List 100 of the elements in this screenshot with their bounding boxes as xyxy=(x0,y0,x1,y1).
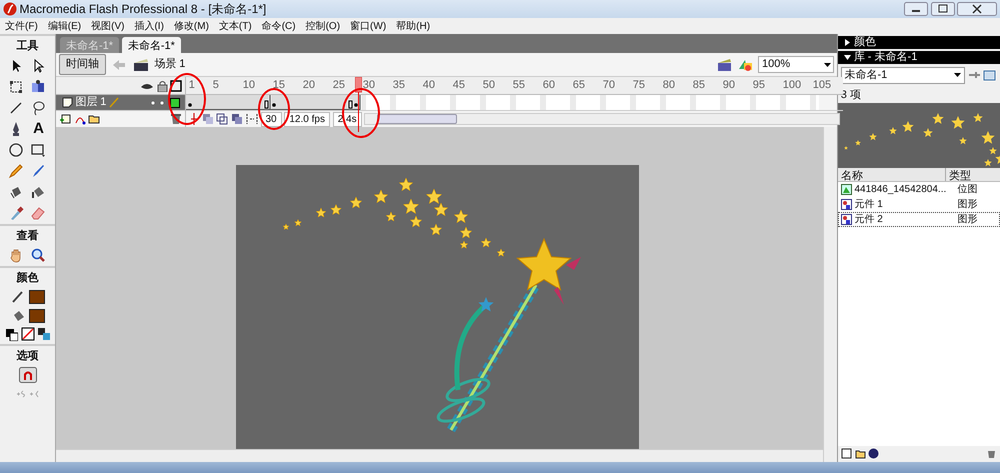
caret-icon xyxy=(824,62,830,66)
library-item[interactable]: 441846_14542804... 位图 xyxy=(838,182,1000,197)
menu-item[interactable]: 修改(M) xyxy=(168,18,214,34)
timeline-button[interactable]: 时间轴 xyxy=(58,54,106,75)
panel-header[interactable]: 库 - 未命名-1 xyxy=(838,51,1000,64)
scene-label: 场景 1 xyxy=(154,57,186,72)
visible-dot-icon[interactable] xyxy=(150,100,154,104)
layer-frames[interactable] xyxy=(186,95,819,110)
stage-horizontal-scrollbar[interactable] xyxy=(56,449,823,462)
frame-number: 65 xyxy=(572,78,586,94)
oval-icon[interactable] xyxy=(8,142,24,158)
frame-number: 85 xyxy=(692,78,706,94)
transform-icon[interactable] xyxy=(8,78,24,94)
library-item-type: 图形 xyxy=(957,213,978,227)
frame-number: 5 xyxy=(212,78,220,94)
expand-triangle-icon xyxy=(844,39,851,46)
document-tab[interactable]: 未命名-1* xyxy=(122,37,181,53)
library-item[interactable]: 元件 2 图形 xyxy=(838,212,1000,227)
library-item-type: 图形 xyxy=(957,198,978,212)
new-symbol-icon[interactable] xyxy=(840,448,852,460)
frame-number: 45 xyxy=(452,78,466,94)
menu-item[interactable]: 文件(F) xyxy=(0,18,43,34)
panel-header[interactable]: 颜色 xyxy=(838,36,1000,49)
stage-vertical-scrollbar[interactable] xyxy=(823,127,837,462)
zoom-dropdown[interactable]: 100% xyxy=(758,56,834,73)
library-item-name: 441846_14542804... xyxy=(854,183,948,197)
timeline-scrollbar[interactable] xyxy=(364,113,840,125)
column-header[interactable]: 类型 xyxy=(946,168,986,181)
eraser-icon[interactable] xyxy=(30,204,46,220)
stroke-color-swatch[interactable] xyxy=(28,290,45,304)
frame-number: 95 xyxy=(752,78,766,94)
scrollbar-thumb[interactable] xyxy=(377,114,458,124)
annotation-circle xyxy=(168,73,206,125)
add-folder-icon[interactable] xyxy=(88,113,100,125)
frame-number: 100 xyxy=(782,78,802,94)
gradient-transform-icon[interactable] xyxy=(30,78,46,94)
frame-number: 50 xyxy=(482,78,496,94)
menu-item[interactable]: 文本(T) xyxy=(214,18,257,34)
magnet-icon[interactable] xyxy=(18,366,36,383)
pin-icon[interactable] xyxy=(968,70,980,80)
rectangle-icon[interactable] xyxy=(30,142,46,158)
menu-item[interactable]: 控制(O) xyxy=(300,18,346,34)
new-folder-icon[interactable] xyxy=(854,448,866,460)
frame-number: 25 xyxy=(332,78,346,94)
graphic-symbol-icon xyxy=(840,199,852,210)
lock-icon[interactable] xyxy=(156,80,168,92)
caret-icon xyxy=(954,73,961,78)
library-item-name: 元件 2 xyxy=(854,213,884,227)
default-colors-icon[interactable] xyxy=(4,326,18,341)
layer-row[interactable]: 图层 1 xyxy=(56,95,185,110)
zoom-icon[interactable] xyxy=(30,247,46,263)
scene-clapper-icon[interactable] xyxy=(132,56,149,72)
new-library-icon[interactable] xyxy=(983,70,996,81)
collapse-triangle-icon xyxy=(844,54,851,61)
panel-title: 颜色 xyxy=(854,34,876,50)
close-icon[interactable] xyxy=(957,2,998,16)
panel-title: 库 - 未命名-1 xyxy=(854,50,918,66)
delete-layer-icon[interactable] xyxy=(170,113,182,125)
onion-markers-icon[interactable] xyxy=(246,113,258,125)
maximize-icon[interactable] xyxy=(930,2,954,16)
column-header[interactable]: 名称 xyxy=(838,168,946,181)
menu-item[interactable]: 帮助(H) xyxy=(391,18,436,34)
library-document-dropdown[interactable]: 未命名-1 xyxy=(840,66,965,84)
swap-colors-icon[interactable] xyxy=(37,326,52,341)
add-layer-icon[interactable] xyxy=(58,113,71,125)
frame-number: 1 xyxy=(188,78,196,94)
frame-number: 75 xyxy=(632,78,646,94)
menu-item[interactable]: 插入(I) xyxy=(129,18,169,34)
onion-outline-icon[interactable] xyxy=(216,113,228,125)
pencil-icon[interactable] xyxy=(8,162,24,178)
library-item-name: 元件 1 xyxy=(854,198,884,212)
current-frame: 30 xyxy=(260,112,282,126)
minimize-icon[interactable] xyxy=(904,2,928,16)
text-tool-icon[interactable]: A xyxy=(30,120,48,136)
menu-item[interactable]: 命令(C) xyxy=(256,18,301,34)
edit-multiple-frames-icon[interactable] xyxy=(231,113,243,125)
annotation-circle xyxy=(258,88,290,130)
menu-item[interactable]: 编辑(E) xyxy=(42,18,86,34)
onion-skin-icon[interactable] xyxy=(202,113,214,125)
frame-number: 20 xyxy=(302,78,316,94)
frame-number: 90 xyxy=(722,78,736,94)
no-color-icon[interactable] xyxy=(20,326,34,341)
menu-item[interactable]: 窗口(W) xyxy=(345,18,392,34)
frame-number: 15 xyxy=(272,78,286,94)
frame-number: 40 xyxy=(422,78,436,94)
menu-item[interactable]: 视图(V) xyxy=(86,18,130,34)
frame-number: 80 xyxy=(662,78,676,94)
delete-icon[interactable] xyxy=(986,448,998,460)
center-frame-icon[interactable] xyxy=(188,113,199,125)
frame-number: 60 xyxy=(542,78,556,94)
hand-icon[interactable] xyxy=(8,247,24,263)
lock-dot-icon[interactable] xyxy=(160,100,164,104)
library-document: 未命名-1 xyxy=(844,68,888,83)
outline-color-icon[interactable] xyxy=(170,98,180,108)
outline-icon[interactable] xyxy=(170,80,182,92)
pencil-icon xyxy=(109,97,120,108)
library-item[interactable]: 元件 1 图形 xyxy=(838,197,1000,212)
playhead[interactable] xyxy=(355,77,362,132)
graphic-symbol-icon xyxy=(840,214,852,225)
fill-color-swatch[interactable] xyxy=(28,309,45,323)
